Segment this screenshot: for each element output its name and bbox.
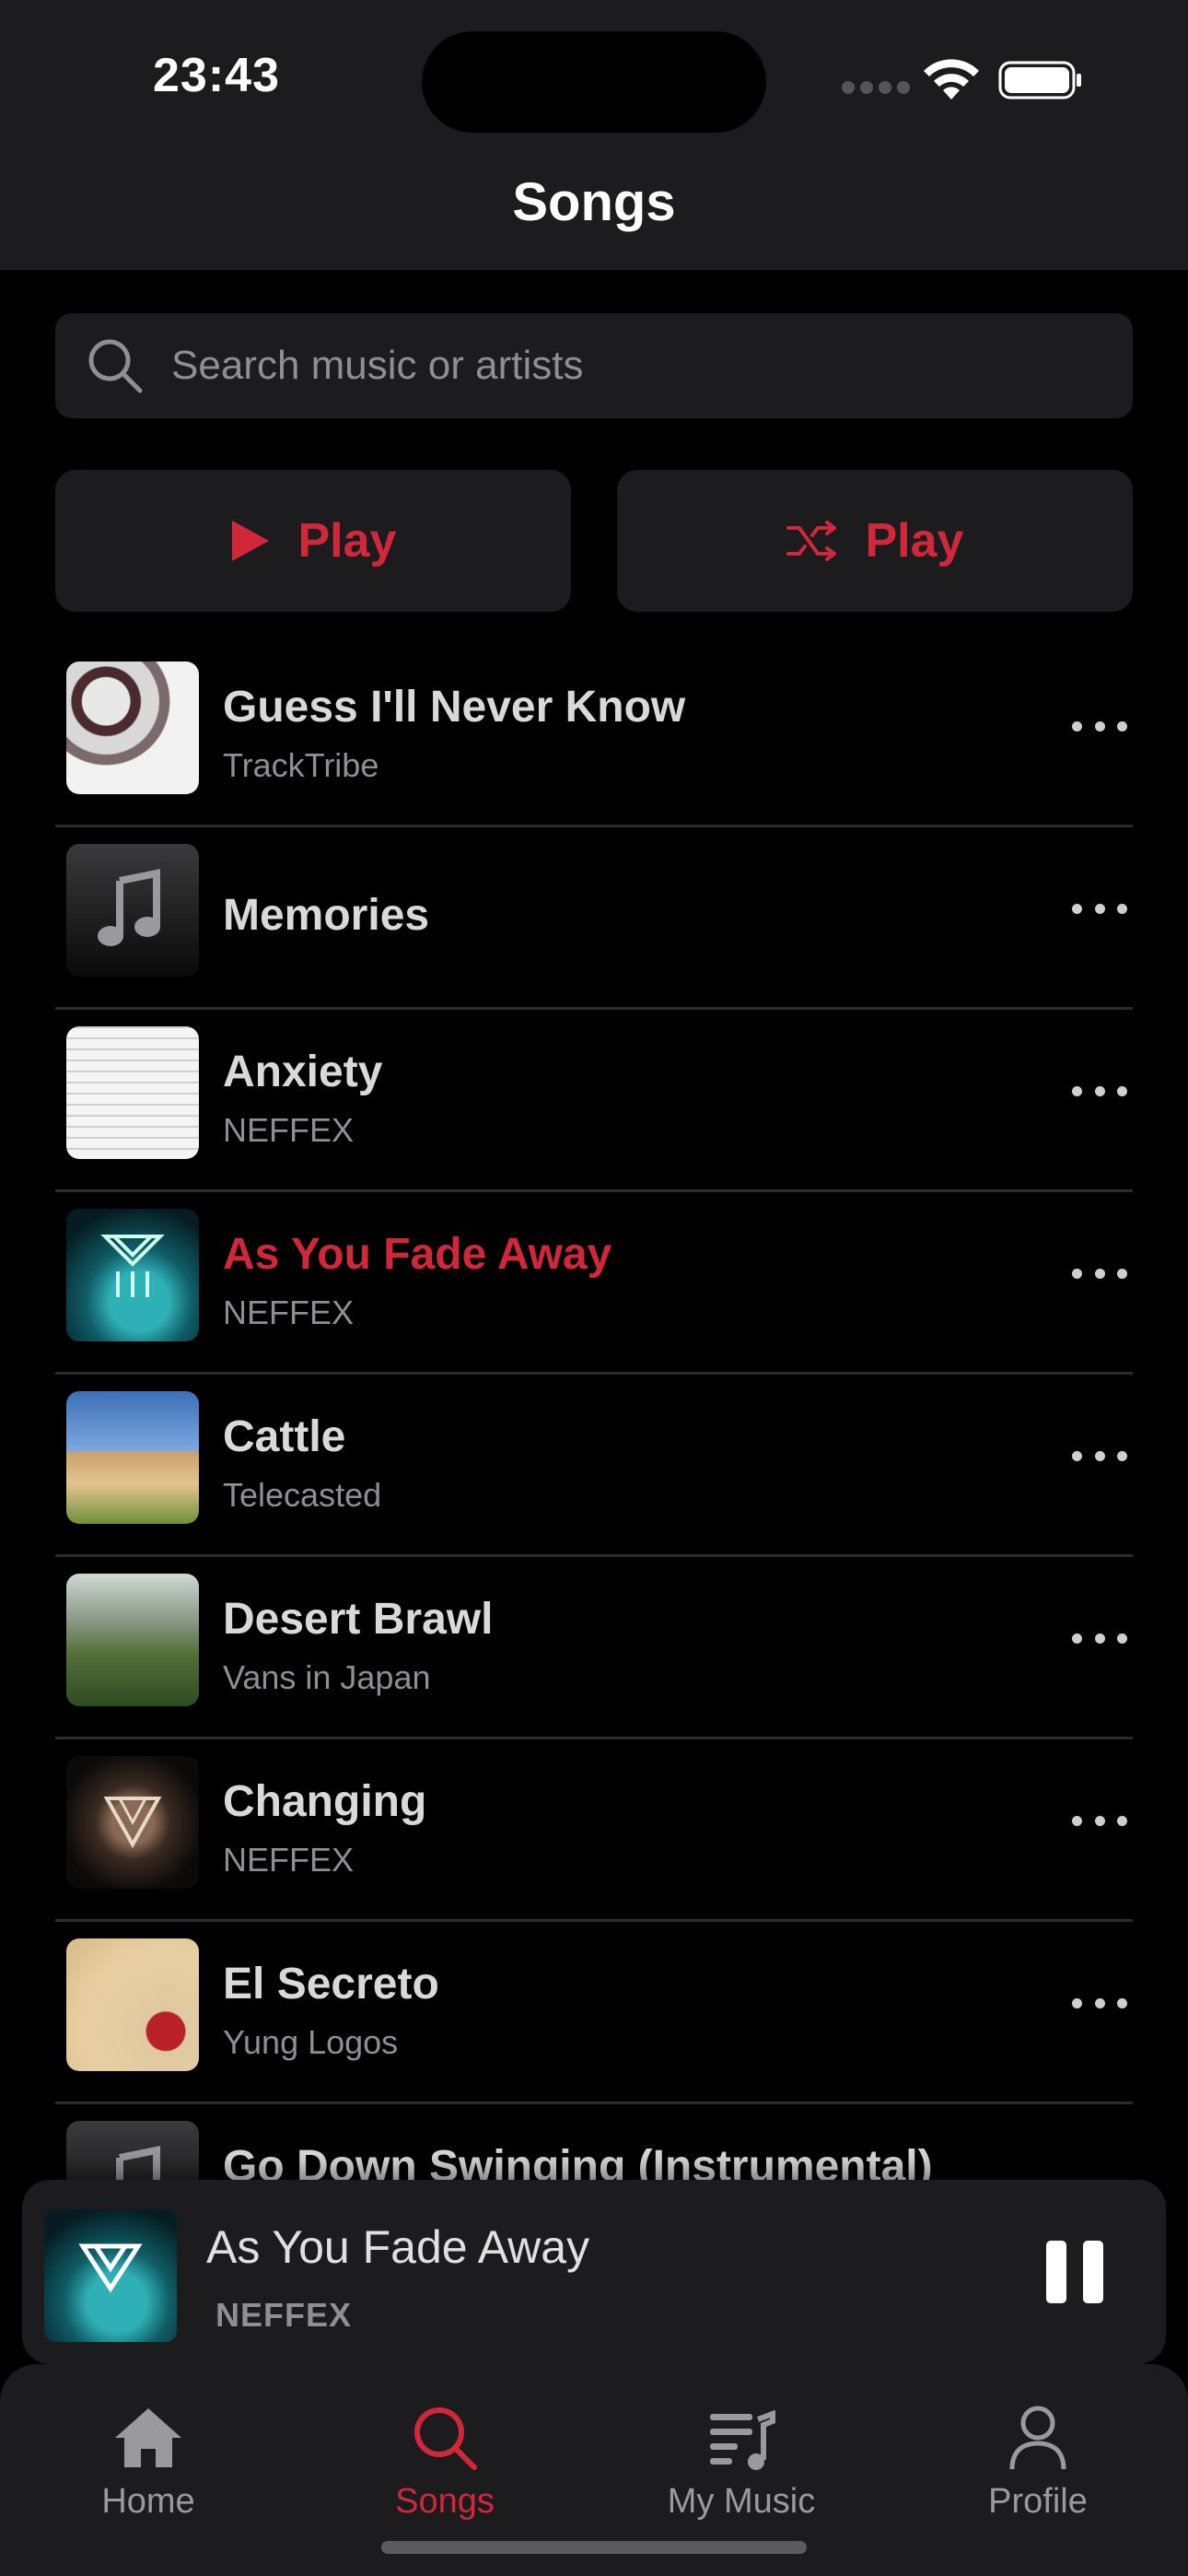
tab-home[interactable]: Home — [0, 2364, 297, 2548]
playlist-icon — [710, 2409, 775, 2470]
more-options-icon[interactable] — [1072, 1802, 1127, 1839]
home-indicator[interactable] — [381, 2541, 807, 2554]
song-title: Memories — [223, 891, 430, 940]
search-input[interactable] — [171, 313, 1092, 418]
neffex-logo-icon — [78, 2243, 143, 2293]
more-options-icon[interactable] — [1072, 708, 1127, 744]
pause-icon[interactable] — [1046, 2241, 1103, 2303]
song-title: Guess I'll Never Know — [223, 683, 686, 732]
song-title: Anxiety — [223, 1048, 383, 1096]
more-options-icon[interactable] — [1072, 1620, 1127, 1657]
shuffle-play-label: Play — [865, 514, 964, 568]
play-all-label: Play — [297, 514, 397, 568]
song-title: Desert Brawl — [223, 1595, 494, 1644]
song-row[interactable]: Desert Brawl Vans in Japan — [55, 1557, 1133, 1739]
song-row[interactable]: Anxiety NEFFEX — [55, 1010, 1133, 1192]
more-options-icon[interactable] — [1072, 1437, 1127, 1474]
battery-icon — [998, 61, 1081, 100]
song-artist: NEFFEX — [223, 1294, 355, 1331]
song-artist: NEFFEX — [223, 1111, 355, 1149]
song-row[interactable]: Cattle Telecasted — [55, 1375, 1133, 1557]
neffex-logo-icon — [100, 1235, 165, 1297]
tab-my-music[interactable]: My Music — [593, 2364, 890, 2548]
play-all-button[interactable]: Play — [55, 470, 571, 612]
now-playing-art — [44, 2209, 177, 2342]
song-row[interactable]: As You Fade Away NEFFEX — [55, 1192, 1133, 1375]
now-playing-artist: NEFFEX — [215, 2296, 353, 2334]
more-options-icon[interactable] — [1072, 1255, 1127, 1292]
search-icon — [414, 2407, 477, 2470]
now-playing-title: As You Fade Away — [206, 2221, 590, 2273]
song-title: Changing — [223, 1777, 427, 1826]
album-art — [66, 1574, 199, 1706]
song-artist: Telecasted — [223, 1476, 382, 1514]
now-playing-bar[interactable]: As You Fade Away NEFFEX — [22, 2180, 1166, 2364]
album-art — [66, 662, 199, 794]
song-row[interactable]: Guess I'll Never Know TrackTribe — [55, 645, 1133, 827]
song-row[interactable]: Changing NEFFEX — [55, 1739, 1133, 1922]
search-bar[interactable] — [55, 313, 1133, 418]
tab-songs[interactable]: Songs — [297, 2364, 593, 2548]
neffex-logo-icon — [103, 1797, 162, 1849]
album-art — [66, 1209, 199, 1341]
dynamic-island — [422, 31, 766, 133]
header-bar: 23:43 Songs — [0, 0, 1188, 270]
song-title: Cattle — [223, 1412, 346, 1461]
album-art — [66, 1391, 199, 1524]
profile-icon — [1009, 2406, 1066, 2470]
song-artist: Yung Logos — [223, 2023, 399, 2061]
shuffle-play-button[interactable]: Play — [617, 470, 1133, 612]
album-art — [66, 1756, 199, 1889]
wifi-icon — [924, 59, 979, 100]
song-artist: TrackTribe — [223, 746, 379, 784]
search-icon — [88, 339, 143, 393]
song-title: El Secreto — [223, 1960, 439, 2008]
song-row[interactable]: El Secreto Yung Logos — [55, 1922, 1133, 2104]
tab-label: My Music — [667, 2482, 816, 2521]
music-note-icon — [98, 869, 160, 946]
page-title: Songs — [512, 172, 676, 232]
tab-label: Home — [101, 2482, 195, 2521]
tab-label: Profile — [988, 2482, 1088, 2521]
play-icon — [231, 521, 269, 561]
song-artist: Vans in Japan — [223, 1658, 431, 1696]
song-row[interactable]: Memories — [55, 827, 1133, 1010]
tab-label: Songs — [395, 2482, 495, 2521]
album-art — [66, 1026, 199, 1159]
album-art — [66, 844, 199, 977]
home-icon — [115, 2408, 181, 2467]
song-artist: NEFFEX — [223, 1841, 355, 1879]
cellular-signal-icon — [842, 81, 910, 94]
status-time: 23:43 — [153, 49, 280, 102]
more-options-icon[interactable] — [1072, 1985, 1127, 2021]
tab-profile[interactable]: Profile — [890, 2364, 1186, 2548]
album-art — [66, 1938, 199, 2071]
more-options-icon[interactable] — [1072, 1072, 1127, 1109]
more-options-icon[interactable] — [1072, 890, 1127, 927]
song-title: As You Fade Away — [223, 1230, 612, 1279]
shuffle-icon — [786, 521, 836, 561]
